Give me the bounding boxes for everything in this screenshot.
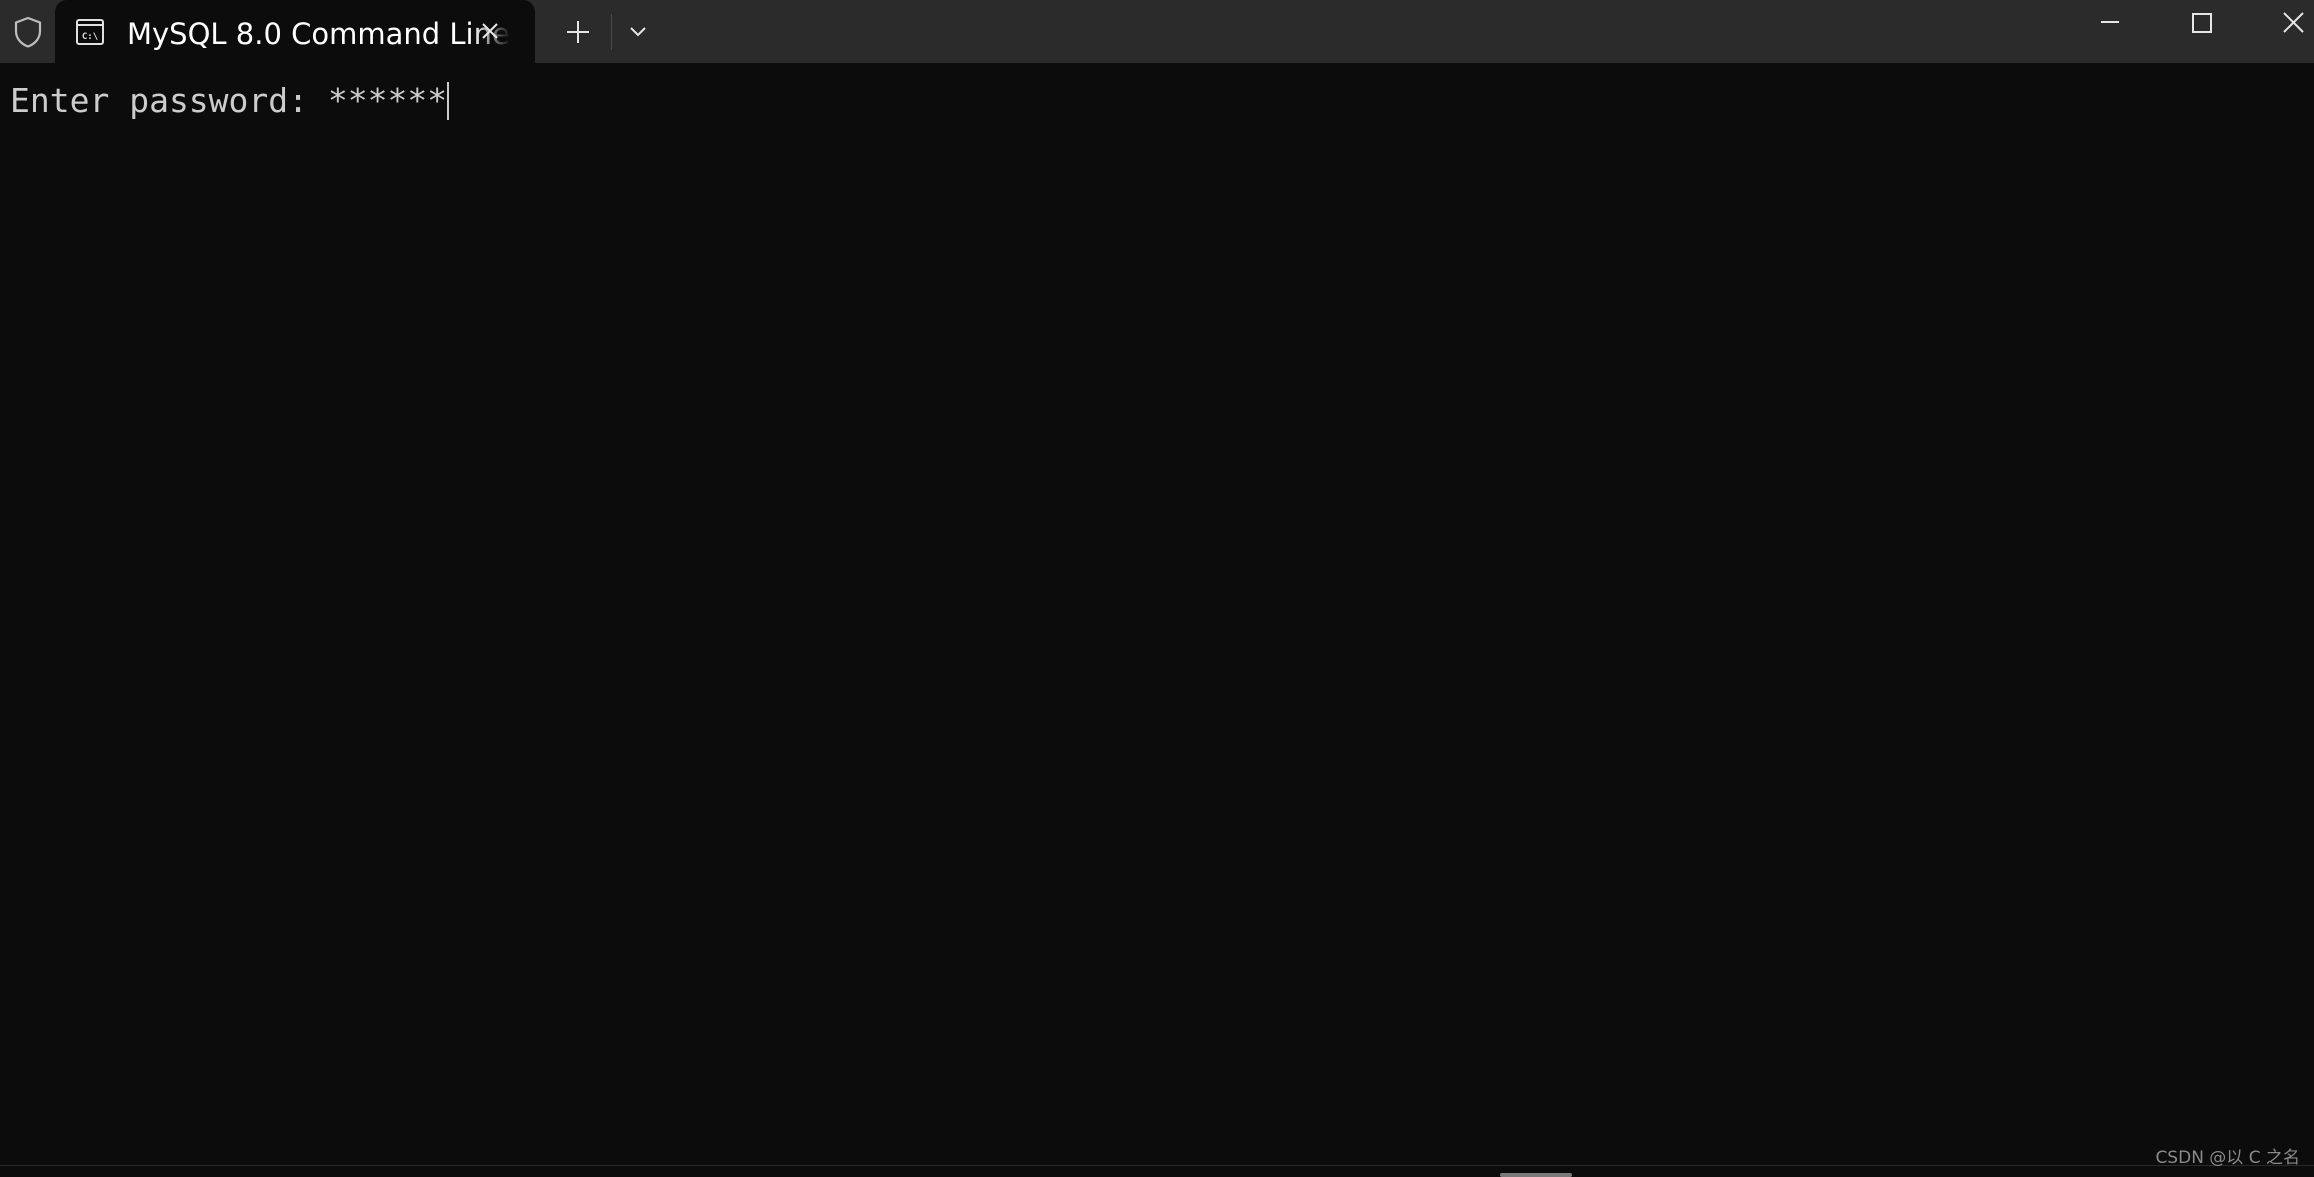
maximize-icon[interactable] <box>2182 2 2222 42</box>
svg-text:C:\: C:\ <box>82 32 98 42</box>
scrollbar-thumb[interactable] <box>1500 1173 1572 1177</box>
tab-mysql-command-line[interactable]: C:\ MySQL 8.0 Command Line Client <box>55 0 535 63</box>
password-prompt: Enter password: <box>10 81 328 120</box>
password-prompt-line: Enter password: ****** <box>10 77 450 125</box>
chevron-down-icon[interactable] <box>622 16 654 48</box>
watermark: CSDN @以 C 之名 <box>2155 1148 2300 1168</box>
close-icon[interactable] <box>2274 2 2314 42</box>
bottom-border <box>0 1165 2314 1166</box>
terminal-area[interactable]: Enter password: ****** <box>0 63 2314 1165</box>
shield-icon <box>14 16 42 48</box>
tab-divider <box>611 14 612 50</box>
password-input-masked[interactable]: ****** <box>328 81 447 120</box>
text-cursor <box>447 82 450 120</box>
plus-icon[interactable] <box>560 14 596 50</box>
close-icon[interactable] <box>475 16 505 46</box>
tab-title: MySQL 8.0 Command Line Client <box>127 17 511 51</box>
title-bar: C:\ MySQL 8.0 Command Line Client <box>0 0 2314 63</box>
command-prompt-icon: C:\ <box>76 19 104 45</box>
minimize-icon[interactable] <box>2090 2 2130 42</box>
